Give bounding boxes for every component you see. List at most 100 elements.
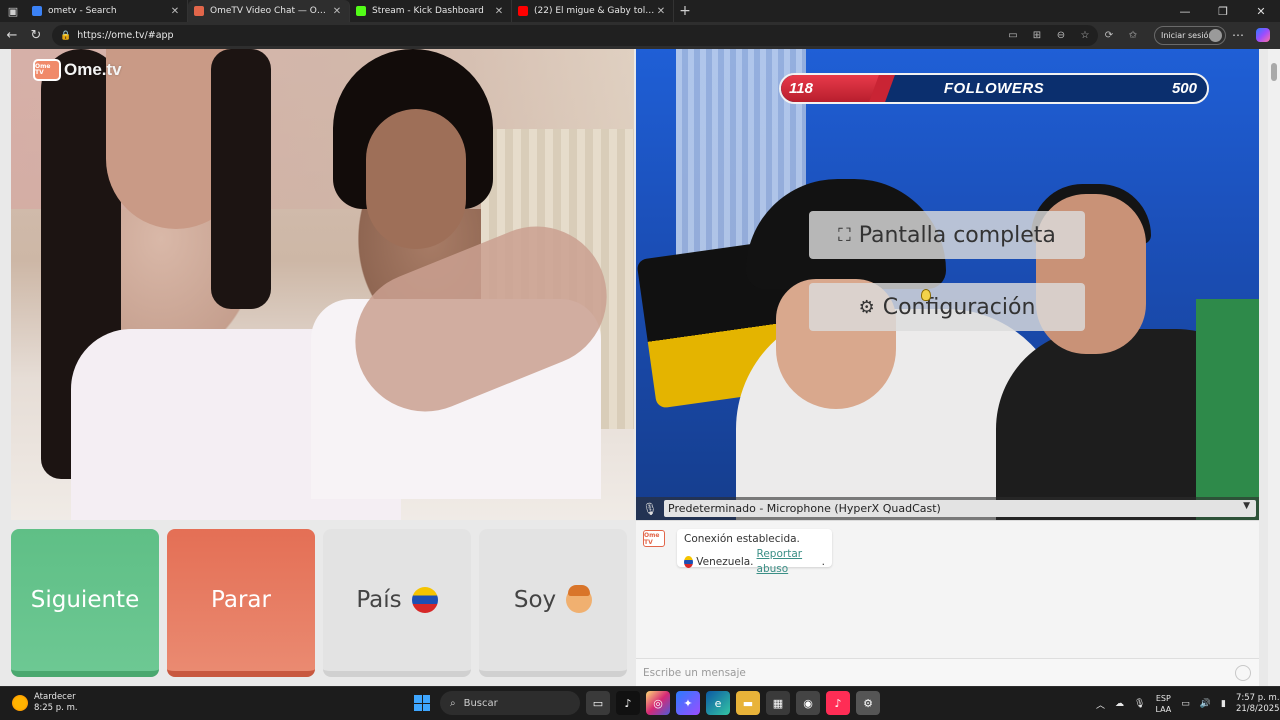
copilot-app-icon[interactable]: ✦ [676,691,700,715]
settings-app-icon[interactable]: ⚙ [856,691,880,715]
clock[interactable]: 7:57 p. m. 21/8/2025 [1236,693,1280,715]
window-controls: — ❐ ✕ [1166,0,1280,22]
stop-button[interactable]: Parar [167,529,315,677]
extension-icon[interactable]: ⊖ [1052,27,1070,44]
settings-button[interactable]: ⚙ Configuración [809,283,1085,331]
stop-label: Parar [211,587,271,613]
edge-icon[interactable]: e [706,691,730,715]
emoji-icon[interactable] [1235,665,1251,681]
apps-icon[interactable]: ⊞ [1028,27,1046,44]
gender-button[interactable]: Soy [479,529,627,677]
obs-icon[interactable]: ◉ [796,691,820,715]
system-message: Conexión establecida. Venezuela. Reporta… [677,529,832,575]
message-input[interactable]: Escribe un mensaje [636,658,1259,686]
windows-logo-icon [414,695,430,711]
country-button[interactable]: País [323,529,471,677]
country-row: Venezuela. Reportar abuso. [684,547,825,577]
camera-icon[interactable]: ▭ [1004,27,1022,44]
gender-label: Soy [513,587,557,613]
new-tab-button[interactable]: + [674,3,696,19]
collections-icon[interactable]: ✩ [1124,27,1142,44]
copilot-icon[interactable] [1256,28,1270,42]
tab-title: OmeTV Video Chat — Ome... [210,6,331,16]
url-field[interactable]: 🔒 https://ome.tv/#app [52,25,1098,46]
ometv-favicon-icon [194,6,204,16]
task-view-icon[interactable]: ▭ [586,691,610,715]
video-figure [366,109,466,249]
video-figure [1196,299,1259,520]
more-options-icon[interactable]: ⋯ [1232,28,1244,42]
back-icon[interactable]: ← [0,28,24,43]
sync-icon[interactable]: ⟳ [1100,27,1118,44]
weather-widget[interactable]: Atardecer 8:25 p. m. [12,692,78,714]
kick-favicon-icon [356,6,366,16]
tiktok-icon[interactable]: ♪ [616,691,640,715]
scrollbar-thumb[interactable] [1271,63,1277,81]
tab-ometv[interactable]: OmeTV Video Chat — Ome... ✕ [188,0,350,22]
site-info-icon[interactable]: 🔒 [60,31,71,41]
file-explorer-icon[interactable]: ▬ [736,691,760,715]
system-tray: ︿ ☁ 🎙 ESP LAA ▭ 🔊 ▮ 7:57 p. m. 21/8/2025 [1096,693,1280,715]
ometv-badge-icon: Ome TV [643,530,665,547]
close-tab-icon[interactable]: ✕ [169,6,181,17]
signin-button[interactable]: Iniciar sesión [1154,26,1226,45]
taskbar-search[interactable]: ⌕ Buscar [440,691,580,715]
settings-label: Configuración [882,294,1036,320]
chat-panel: Ome TV Conexión establecida. Venezuela. … [636,520,1259,686]
close-tab-icon[interactable]: ✕ [493,6,505,17]
tab-search[interactable]: ometv - Search ✕ [26,0,188,22]
sunset-icon [12,695,28,711]
lang-primary: ESP [1155,694,1171,703]
signin-label: Iniciar sesión [1161,31,1214,40]
boy-emoji-icon [566,585,593,613]
tab-title: Stream - Kick Dashboard [372,6,484,16]
microphone-select[interactable]: Predeterminado - Microphone (HyperX Quad… [664,500,1256,517]
report-abuse-link[interactable]: Reportar abuso [757,547,819,577]
stranger-video: Ome TV Ome.tv [11,49,634,520]
minimize-icon[interactable]: — [1166,0,1204,22]
close-tab-icon[interactable]: ✕ [331,6,343,17]
venezuela-flag-icon [411,587,438,613]
close-tab-icon[interactable]: ✕ [655,6,667,17]
pointer-cursor-icon [921,289,931,301]
restore-icon[interactable]: ❐ [1204,0,1242,22]
tab-actions-icon[interactable]: ▣ [0,0,26,22]
microphone-bar: 🎙 Predeterminado - Microphone (HyperX Qu… [636,497,1259,520]
video-figure [211,49,271,309]
microphone-tray-icon[interactable]: 🎙 [1134,699,1145,709]
favorite-star-icon[interactable]: ☆ [1076,27,1094,44]
chevron-up-icon[interactable]: ︿ [1096,698,1105,711]
refresh-icon[interactable]: ↻ [24,28,48,43]
language-indicator[interactable]: ESP LAA [1155,693,1171,715]
weather-time: 8:25 p. m. [34,703,78,713]
url-text: https://ome.tv/#app [77,30,174,41]
display-icon[interactable]: ▭ [1181,699,1190,709]
tiktok-studio-icon[interactable]: ♪ [826,691,850,715]
close-window-icon[interactable]: ✕ [1242,0,1280,22]
address-bar-icons: ▭ ⊞ ⊖ ☆ ⟳ ✩ [1004,27,1142,44]
next-button[interactable]: Siguiente [11,529,159,677]
logo-wordmark: Ome.tv [64,60,122,79]
taskbar-apps: ⌕ Buscar ▭ ♪ ◎ ✦ e ▬ ▦ ◉ ♪ ⚙ [410,691,880,715]
address-toolbar: ← ↻ 🔒 https://ome.tv/#app ▭ ⊞ ⊖ ☆ ⟳ ✩ In… [0,22,1280,49]
lang-secondary: LAA [1155,705,1172,714]
country-name: Venezuela. [696,555,754,568]
network-icon[interactable]: ☁ [1115,699,1124,709]
next-label: Siguiente [30,587,140,613]
start-button[interactable] [410,691,434,715]
volume-icon[interactable]: 🔊 [1200,699,1211,709]
fullscreen-label: Pantalla completa [858,222,1056,248]
self-video[interactable]: 118 FOLLOWERS 500 ⛶ Pantalla completa ⚙ … [636,49,1259,520]
tab-kick[interactable]: Stream - Kick Dashboard ✕ [350,0,512,22]
microphone-icon: 🎙 [642,501,658,516]
instagram-icon[interactable]: ◎ [646,691,670,715]
youtube-favicon-icon [518,6,528,16]
tab-youtube[interactable]: (22) El migue & Gaby tolossa (MI... ✕ [512,0,674,22]
message-placeholder: Escribe un mensaje [643,666,746,679]
tab-title: ometv - Search [48,6,117,16]
battery-icon[interactable]: ▮ [1221,699,1226,709]
fullscreen-button[interactable]: ⛶ Pantalla completa [809,211,1085,259]
clock-date: 21/8/2025 [1235,704,1280,714]
page-scrollbar[interactable] [1268,49,1280,686]
store-icon[interactable]: ▦ [766,691,790,715]
